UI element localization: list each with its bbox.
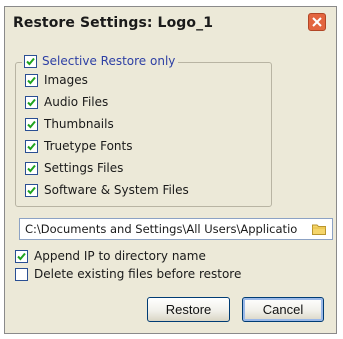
delete-existing-checkbox[interactable]	[15, 267, 28, 281]
audio-files-label: Audio Files	[44, 95, 109, 109]
restore-settings-dialog: Restore Settings: Logo_1 Selective Resto…	[4, 6, 337, 334]
settings-files-label: Settings Files	[44, 161, 124, 175]
delete-existing-label: Delete existing files before restore	[34, 267, 242, 281]
append-ip-checkbox[interactable]	[15, 249, 28, 263]
thumbnails-checkbox[interactable]	[25, 117, 38, 131]
option-images[interactable]: Images	[25, 73, 88, 87]
browse-folder-button[interactable]	[311, 221, 327, 237]
images-checkbox[interactable]	[25, 73, 38, 87]
option-thumbnails[interactable]: Thumbnails	[25, 117, 114, 131]
restore-path-field[interactable]: C:\Documents and Settings\All Users\Appl…	[19, 218, 333, 240]
restore-path-value: C:\Documents and Settings\All Users\Appl…	[25, 222, 298, 236]
checkmark-icon	[27, 98, 36, 106]
truetype-fonts-label: Truetype Fonts	[44, 139, 133, 153]
settings-files-checkbox[interactable]	[25, 161, 38, 175]
option-append-ip[interactable]: Append IP to directory name	[15, 249, 206, 263]
checkmark-icon	[27, 186, 36, 194]
restore-button[interactable]: Restore	[147, 297, 230, 322]
checkmark-icon	[27, 76, 36, 84]
checkmark-icon	[17, 252, 26, 260]
option-truetype-fonts[interactable]: Truetype Fonts	[25, 139, 133, 153]
checkmark-icon	[26, 57, 35, 65]
folder-icon	[312, 224, 326, 235]
software-system-files-checkbox[interactable]	[25, 183, 38, 197]
close-button[interactable]	[308, 13, 326, 31]
option-software-system-files[interactable]: Software & System Files	[25, 183, 189, 197]
software-system-files-label: Software & System Files	[44, 183, 189, 197]
selective-restore-label: Selective Restore only	[42, 54, 176, 68]
audio-files-checkbox[interactable]	[25, 95, 38, 109]
images-label: Images	[44, 73, 88, 87]
selective-restore-checkbox[interactable]	[24, 54, 37, 68]
option-audio-files[interactable]: Audio Files	[25, 95, 108, 109]
option-settings-files[interactable]: Settings Files	[25, 161, 123, 175]
cancel-button[interactable]: Cancel	[242, 297, 324, 322]
option-delete-existing[interactable]: Delete existing files before restore	[15, 267, 241, 281]
titlebar: Restore Settings: Logo_1	[5, 7, 336, 39]
checkmark-icon	[27, 164, 36, 172]
checkmark-icon	[27, 142, 36, 150]
checkmark-icon	[27, 120, 36, 128]
selective-restore-option[interactable]: Selective Restore only	[22, 54, 179, 68]
close-icon	[312, 17, 322, 27]
thumbnails-label: Thumbnails	[44, 117, 114, 131]
dialog-title: Restore Settings: Logo_1	[13, 15, 214, 31]
append-ip-label: Append IP to directory name	[34, 249, 206, 263]
truetype-fonts-checkbox[interactable]	[25, 139, 38, 153]
